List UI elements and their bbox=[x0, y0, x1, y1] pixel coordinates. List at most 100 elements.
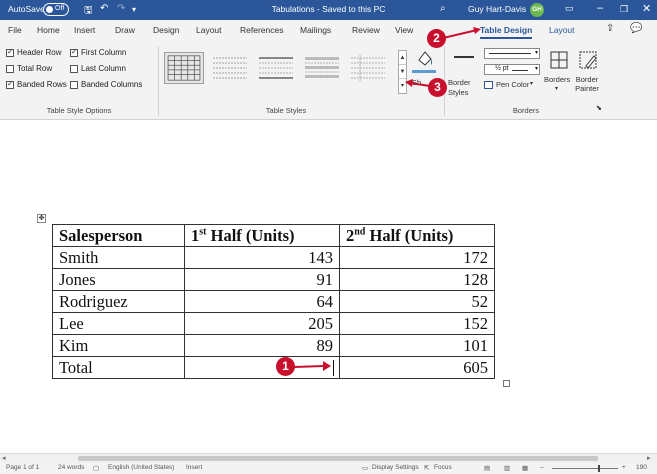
language[interactable]: English (United States) bbox=[108, 464, 174, 471]
table-cell[interactable]: 64 bbox=[184, 290, 340, 313]
focus[interactable]: Focus bbox=[434, 464, 452, 471]
zoom-in-icon[interactable]: + bbox=[622, 464, 626, 471]
banded-rows-checkbox[interactable]: Banded Rows bbox=[6, 79, 67, 89]
table-cell[interactable]: 52 bbox=[339, 290, 495, 313]
line-style-dropdown[interactable]: ▾ bbox=[484, 48, 540, 59]
table-cell[interactable]: 205 bbox=[184, 312, 340, 335]
borders-label[interactable]: Borders bbox=[544, 75, 570, 84]
first-column-checkbox[interactable]: First Column bbox=[70, 47, 126, 57]
horizontal-scrollbar[interactable]: ◂ ▸ bbox=[0, 453, 657, 463]
tab-file[interactable]: File bbox=[8, 25, 22, 35]
tab-design[interactable]: Design bbox=[153, 25, 179, 35]
tab-layout[interactable]: Layout bbox=[196, 25, 222, 35]
last-column-checkbox[interactable]: Last Column bbox=[70, 64, 126, 73]
tab-table-design[interactable]: Table Design bbox=[480, 25, 533, 39]
borders-grid-icon[interactable] bbox=[549, 50, 569, 70]
table-cell[interactable]: 172 bbox=[339, 246, 495, 269]
focus-icon[interactable]: ⇱ bbox=[424, 464, 429, 472]
pen-color-icon[interactable] bbox=[484, 81, 493, 89]
border-styles-label[interactable]: Border Styles bbox=[448, 78, 482, 98]
table-style-plain-3[interactable] bbox=[302, 52, 342, 84]
line-weight-dropdown[interactable]: ½ pt ▾ bbox=[484, 64, 540, 75]
table-resize-handle[interactable] bbox=[503, 380, 510, 387]
print-layout-icon[interactable]: ▥ bbox=[504, 464, 510, 472]
zoom-slider-thumb[interactable] bbox=[598, 465, 600, 472]
scroll-thumb[interactable] bbox=[78, 456, 598, 461]
proofing-icon[interactable]: ▢ bbox=[93, 464, 99, 472]
zoom-slider[interactable] bbox=[552, 468, 618, 469]
header-cell[interactable]: Salesperson bbox=[52, 224, 185, 247]
table-row: Jones 91 128 bbox=[52, 268, 495, 291]
table-styles-label: Table Styles bbox=[265, 106, 307, 115]
header-cell[interactable]: 1st Half (Units) bbox=[184, 224, 340, 247]
table-cell[interactable]: Lee bbox=[52, 312, 185, 335]
close-icon[interactable]: ✕ bbox=[642, 2, 651, 15]
table-cell[interactable]: Total bbox=[52, 356, 185, 379]
header-row-checkbox[interactable]: Header Row bbox=[6, 47, 62, 57]
chevron-down-icon[interactable]: ▾ bbox=[530, 80, 533, 87]
chevron-down-icon: ▾ bbox=[534, 66, 538, 72]
header-row-label: Header Row bbox=[17, 48, 62, 57]
border-styles-icon[interactable] bbox=[454, 56, 474, 58]
table-style-plain-2[interactable] bbox=[256, 52, 296, 84]
tab-draw[interactable]: Draw bbox=[115, 25, 135, 35]
table-cell[interactable]: 101 bbox=[339, 334, 495, 357]
table-cell[interactable]: Smith bbox=[52, 246, 185, 269]
header-rest: Half (Units) bbox=[365, 225, 454, 245]
banded-columns-checkbox[interactable]: Banded Columns bbox=[70, 80, 142, 89]
restore-icon[interactable]: ❐ bbox=[620, 4, 628, 15]
user-name[interactable]: Guy Hart-Davis bbox=[468, 4, 526, 14]
web-layout-icon[interactable]: ▦ bbox=[522, 464, 528, 472]
tab-view[interactable]: View bbox=[395, 25, 415, 35]
gallery-up-icon[interactable]: ▲ bbox=[399, 51, 406, 65]
word-count[interactable]: 24 words bbox=[58, 464, 84, 471]
zoom-level[interactable]: 190 bbox=[636, 464, 647, 471]
scroll-left-icon[interactable]: ◂ bbox=[2, 454, 6, 462]
tab-table-layout[interactable]: Layout bbox=[549, 25, 575, 35]
chevron-down-icon[interactable]: ▾ bbox=[555, 85, 558, 92]
table-cell[interactable]: 152 bbox=[339, 312, 495, 335]
table-cell[interactable]: 89 bbox=[184, 334, 340, 357]
zoom-out-icon[interactable]: – bbox=[540, 464, 544, 471]
table-cell[interactable]: 91 bbox=[184, 268, 340, 291]
table-style-plain-4[interactable] bbox=[348, 52, 388, 84]
table-style-plain-1[interactable] bbox=[210, 52, 250, 84]
total-row-label: Total Row bbox=[17, 64, 53, 73]
border-painter-icon[interactable] bbox=[578, 50, 598, 70]
table-cell[interactable]: Rodriguez bbox=[52, 290, 185, 313]
read-mode-icon[interactable]: ▤ bbox=[484, 464, 490, 472]
header-cell[interactable]: 2nd Half (Units) bbox=[339, 224, 495, 247]
tab-home[interactable]: Home bbox=[37, 25, 60, 35]
display-settings-icon[interactable]: ▭ bbox=[362, 464, 368, 472]
table-row: Total 605 bbox=[52, 356, 495, 379]
dialog-launcher-icon[interactable]: ⬊ bbox=[596, 104, 602, 112]
share-icon[interactable]: ⇪ bbox=[606, 23, 614, 34]
table-cell[interactable]: Kim bbox=[52, 334, 185, 357]
table-cell[interactable]: 128 bbox=[339, 268, 495, 291]
avatar[interactable]: GH bbox=[530, 3, 544, 17]
tab-insert[interactable]: Insert bbox=[74, 25, 95, 35]
table-cell[interactable]: 143 bbox=[184, 246, 340, 269]
table-move-handle-icon[interactable]: ✥ bbox=[37, 214, 46, 223]
tab-review[interactable]: Review bbox=[352, 25, 380, 35]
gallery-down-icon[interactable]: ▼ bbox=[399, 65, 406, 79]
search-icon[interactable]: ⌕ bbox=[440, 3, 446, 14]
edit-mode[interactable]: Insert bbox=[186, 464, 202, 471]
table-style-grid[interactable] bbox=[164, 52, 204, 84]
scroll-right-icon[interactable]: ▸ bbox=[647, 454, 651, 462]
data-table[interactable]: Salesperson 1st Half (Units) 2nd Half (U… bbox=[52, 224, 495, 379]
ribbon-display-icon[interactable]: ▭ bbox=[565, 3, 574, 14]
border-painter-label[interactable]: Border Painter bbox=[572, 75, 602, 93]
display-settings[interactable]: Display Settings bbox=[372, 464, 419, 471]
pen-color-label[interactable]: Pen Color bbox=[496, 80, 529, 89]
tab-references[interactable]: References bbox=[240, 25, 283, 35]
table-cell[interactable]: 605 bbox=[339, 356, 495, 379]
shading-icon[interactable] bbox=[414, 48, 436, 70]
total-row-checkbox[interactable]: Total Row bbox=[6, 64, 52, 73]
minimize-icon[interactable]: – bbox=[597, 2, 603, 14]
table-cell[interactable]: Jones bbox=[52, 268, 185, 291]
comments-icon[interactable]: 💬 bbox=[630, 23, 642, 34]
page-count[interactable]: Page 1 of 1 bbox=[6, 464, 39, 471]
title-bar: AutoSave Off 🖫 ↶ ↷ ▾ Tabulations - Saved… bbox=[0, 0, 657, 20]
tab-mailings[interactable]: Mailings bbox=[300, 25, 331, 35]
